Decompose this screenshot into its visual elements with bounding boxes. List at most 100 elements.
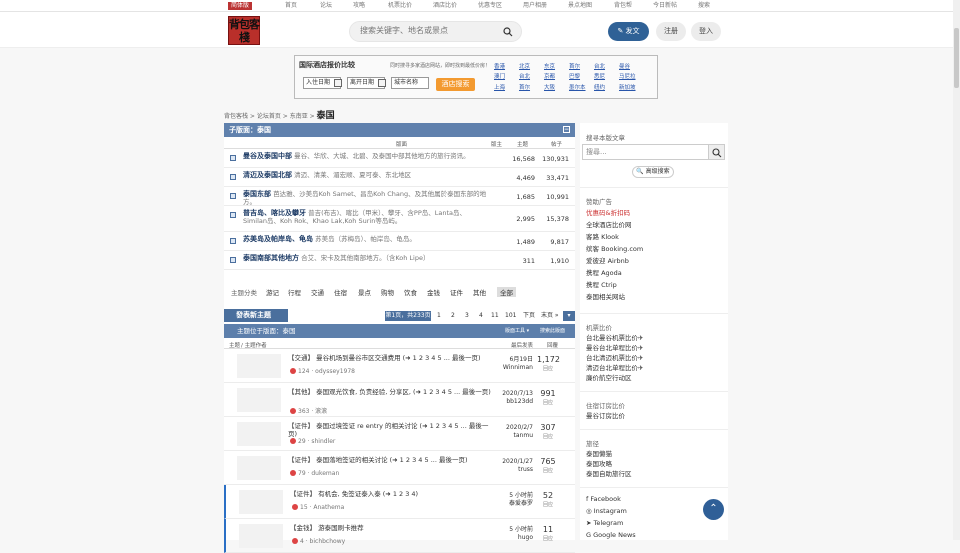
topic-thumbnail[interactable]	[239, 524, 283, 548]
breadcrumb-forum[interactable]: 论坛首页	[257, 113, 281, 120]
nav-flights[interactable]: 机票比价	[388, 2, 412, 10]
topic-thumbnail[interactable]	[237, 354, 281, 378]
forum-row[interactable]: 清迈及泰国北部 清迈、清莱、湄宏顺、夏可泰、东北地区 4,469 33,471	[224, 168, 575, 187]
page-101[interactable]: 101	[505, 311, 516, 321]
post-button[interactable]: ✎ 发文	[608, 22, 649, 41]
scroll-to-top-button[interactable]: ⌃	[703, 499, 724, 520]
flight-link[interactable]: 廉价航空行动区	[586, 374, 632, 383]
breadcrumb-region[interactable]: 东南亚	[290, 113, 308, 120]
simplified-badge[interactable]: 简体版	[228, 2, 253, 10]
next-page[interactable]: 下页	[523, 311, 535, 321]
hotel-link[interactable]: 曼谷订房比价	[586, 412, 625, 421]
facebook-link[interactable]: f Facebook	[586, 495, 621, 504]
nav-home[interactable]: 首页	[285, 2, 297, 10]
filter-all[interactable]: 全部	[497, 287, 516, 297]
page-2[interactable]: 2	[451, 311, 455, 321]
ad-link[interactable]: 泰国相关网站	[586, 293, 625, 302]
guide-link[interactable]: 泰国懒猫	[586, 450, 612, 459]
topic-row[interactable]: 【证件】 泰国过境签证 re entry 的相关讨论 (➜ 1 2 3 4 5 …	[224, 417, 575, 451]
nav-hotels[interactable]: 酒店比价	[433, 2, 457, 10]
page-dropdown-icon[interactable]: ▾	[563, 311, 575, 321]
ad-link[interactable]: 携程 Agoda	[586, 269, 622, 278]
filter-lodging[interactable]: 住宿	[334, 287, 347, 297]
city-link[interactable]: 首尔	[569, 64, 580, 70]
filter-documents[interactable]: 证件	[450, 287, 463, 297]
city-link[interactable]: 澳门	[494, 74, 505, 80]
nav-search[interactable]: 搜索	[698, 2, 710, 10]
topic-title[interactable]: 【其他】 泰国观光饮食, 负责经验, 分享区, (➜ 1 2 3 4 5 ...…	[288, 388, 493, 396]
topic-title[interactable]: 【金钱】 游泰国刷卡推荐	[290, 524, 495, 532]
topic-title[interactable]: 【证件】 泰国过境签证 re entry 的相关讨论 (➜ 1 2 3 4 5 …	[288, 422, 493, 438]
search-icon[interactable]	[503, 27, 513, 37]
flight-link[interactable]: 台北曼谷机票比价✈	[586, 334, 643, 343]
ad-link[interactable]: 缤客 Booking.com	[586, 245, 643, 254]
city-link[interactable]: 北京	[519, 64, 530, 70]
flight-link[interactable]: 台北清迈机票比价✈	[586, 354, 643, 363]
calendar-icon[interactable]	[334, 79, 342, 87]
nav-forum[interactable]: 论坛	[320, 2, 332, 10]
forum-search[interactable]: 搜索此版面	[540, 324, 565, 338]
site-search[interactable]	[349, 21, 522, 42]
city-link[interactable]: 大阪	[544, 85, 555, 91]
forum-name[interactable]: 苏美岛及帕岸岛、龟岛	[243, 235, 313, 243]
topic-thumbnail[interactable]	[237, 456, 281, 480]
city-link[interactable]: 京都	[544, 74, 555, 80]
ad-link[interactable]: 携程 Ctrip	[586, 281, 617, 290]
ad-link[interactable]: 爱彼迎 Airbnb	[586, 257, 629, 266]
city-link[interactable]: 曼谷	[619, 64, 630, 70]
ad-link[interactable]: 全球酒店比价网	[586, 221, 632, 230]
city-link[interactable]: 悉尼	[594, 74, 605, 80]
nav-albums[interactable]: 用户相册	[523, 2, 547, 10]
topic-row[interactable]: 【证件】 泰国落地签证的相关讨论 (➜ 1 2 3 4 5 ... 最後一页) 7…	[224, 451, 575, 485]
scrollbar-thumb[interactable]	[954, 28, 959, 88]
city-link[interactable]: 台北	[594, 64, 605, 70]
city-link[interactable]: 纽约	[594, 85, 605, 91]
topic-row[interactable]: 【交通】 曼谷机场到曼谷市区交通费用 (➜ 1 2 3 4 5 ... 最後一页…	[224, 349, 575, 383]
new-topic-button[interactable]: 發表新主題	[224, 309, 288, 322]
page-11[interactable]: 11	[491, 311, 499, 321]
topic-row[interactable]: 【金钱】 游泰国刷卡推荐 4 · bichbchowy 5 小时前 hugo 11 回应	[224, 519, 575, 553]
filter-itinerary[interactable]: 行程	[288, 287, 301, 297]
city-link[interactable]: 上海	[494, 85, 505, 91]
calendar-icon[interactable]	[378, 79, 386, 87]
nav-deals[interactable]: 优惠专区	[478, 2, 502, 10]
login-button[interactable]: 登入	[691, 22, 721, 41]
city-link[interactable]: 巴黎	[569, 74, 580, 80]
nav-map[interactable]: 景点地图	[568, 2, 592, 10]
forum-row[interactable]: 泰国东部 芭达雅、沙美岛Koh Samet、昌岛Koh Chang、及其他属於泰…	[224, 187, 575, 206]
forum-row[interactable]: 苏美岛及帕岸岛、龟岛 苏美岛（苏梅岛）、帕岸岛、龟岛。 1,489 9,817	[224, 232, 575, 251]
sidebar-search-input[interactable]: 搜尋...	[582, 144, 709, 160]
city-link[interactable]: 香港	[494, 64, 505, 70]
page-4[interactable]: 4	[479, 311, 483, 321]
filter-food[interactable]: 饮食	[404, 287, 417, 297]
flight-link[interactable]: 清迈台北单程比价✈	[586, 364, 643, 373]
filter-shopping[interactable]: 购物	[381, 287, 394, 297]
city-link[interactable]: 马尼拉	[619, 74, 636, 80]
filter-money[interactable]: 金钱	[427, 287, 440, 297]
page-3[interactable]: 3	[465, 311, 469, 321]
nav-backpack[interactable]: 背包帮	[614, 2, 632, 10]
filter-sights[interactable]: 景点	[358, 287, 371, 297]
forum-name[interactable]: 清迈及泰国北部	[243, 171, 292, 179]
nav-new-posts[interactable]: 今日新帖	[653, 2, 677, 10]
last-page[interactable]: 末页 »	[541, 311, 559, 321]
site-search-input[interactable]	[360, 26, 500, 35]
breadcrumb-home[interactable]: 背包客栈	[224, 113, 248, 120]
topic-row[interactable]: 【证件】 有机会, 免签证泰入泰 (➜ 1 2 3 4) 15 · Anathem…	[224, 485, 575, 519]
topic-title[interactable]: 【证件】 泰国落地签证的相关讨论 (➜ 1 2 3 4 5 ... 最後一页)	[288, 456, 493, 464]
city-link[interactable]: 墨尔本	[569, 85, 586, 91]
advanced-search-button[interactable]: 🔍 高级搜索	[632, 166, 674, 178]
guide-link[interactable]: 泰国自助旅行区	[586, 470, 632, 479]
city-link[interactable]: 首尔	[519, 85, 530, 91]
hotel-search-button[interactable]: 酒店搜索	[436, 78, 475, 91]
ad-link[interactable]: 客路 Klook	[586, 233, 619, 242]
topic-title[interactable]: 【交通】 曼谷机场到曼谷市区交通费用 (➜ 1 2 3 4 5 ... 最後一页…	[288, 354, 493, 362]
telegram-link[interactable]: ➤ Telegram	[586, 519, 623, 528]
collapse-icon[interactable]: −	[563, 126, 570, 133]
forum-name[interactable]: 泰国南部其他地方	[243, 254, 299, 262]
city-field[interactable]: 城市名称	[391, 77, 429, 89]
topic-title[interactable]: 【证件】 有机会, 免签证泰入泰 (➜ 1 2 3 4)	[290, 490, 495, 498]
forum-row[interactable]: 泰国南部其他地方 合艾、宋卡及其他南部地方。（含Koh Lipe） 311 1,91…	[224, 251, 575, 270]
filter-other[interactable]: 其他	[473, 287, 486, 297]
topic-thumbnail[interactable]	[237, 388, 281, 412]
